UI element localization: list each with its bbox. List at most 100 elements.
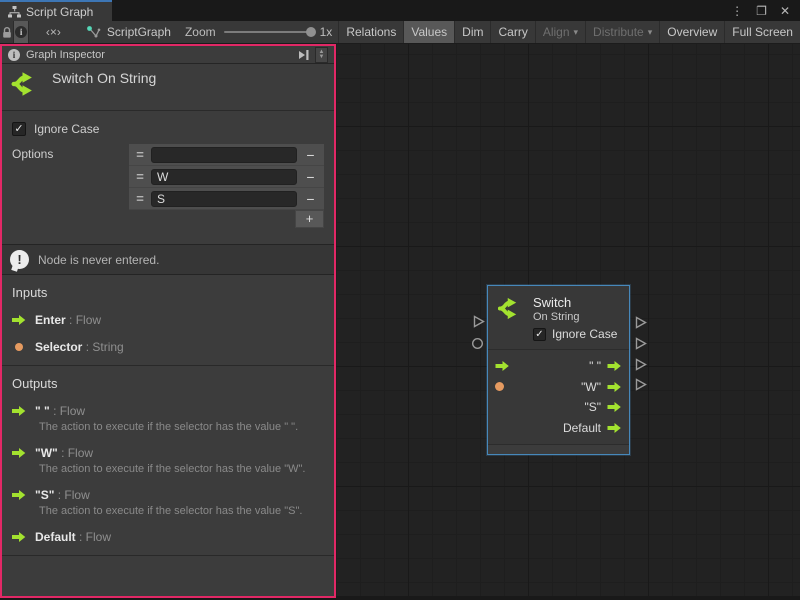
add-option-button[interactable]: + bbox=[295, 210, 324, 228]
port-description: The action to execute if the selector ha… bbox=[39, 463, 334, 475]
overview-button[interactable]: Overview bbox=[660, 21, 725, 43]
external-output-port[interactable] bbox=[635, 358, 647, 371]
zoom-slider[interactable] bbox=[224, 31, 312, 33]
checkbox-checked[interactable]: ✓ bbox=[533, 328, 546, 341]
relations-button[interactable]: Relations bbox=[338, 21, 404, 43]
port-description: The action to execute if the selector ha… bbox=[39, 421, 334, 433]
output-port-row: Default : Flow bbox=[12, 530, 334, 544]
inputs-section-header: Inputs bbox=[12, 285, 334, 300]
port-name: Default bbox=[35, 530, 76, 544]
values-button[interactable]: Values bbox=[404, 21, 455, 43]
zoom-slider-handle[interactable] bbox=[306, 27, 316, 37]
switch-icon bbox=[10, 69, 40, 99]
info-icon: i bbox=[15, 26, 27, 38]
node-ignore-case[interactable]: ✓ Ignore Case bbox=[533, 327, 617, 341]
chevron-down-icon: ▾ bbox=[574, 27, 579, 38]
node-header: Switch On String ✓ Ignore Case bbox=[488, 286, 629, 341]
lock-button[interactable] bbox=[0, 21, 14, 43]
flow-arrow-icon[interactable] bbox=[607, 422, 622, 434]
port-label: Default bbox=[563, 421, 601, 435]
info-icon: i bbox=[8, 49, 20, 61]
port-name: Enter bbox=[35, 313, 66, 327]
zoom-value: 1x bbox=[320, 25, 333, 39]
inspector-header-title: Graph Inspector bbox=[26, 49, 105, 61]
flow-arrow-icon[interactable] bbox=[607, 381, 622, 393]
option-input[interactable]: W bbox=[151, 169, 297, 185]
distribute-button[interactable]: Distribute ▾ bbox=[586, 21, 660, 43]
align-button[interactable]: Align ▾ bbox=[536, 21, 586, 43]
tab-script-graph[interactable]: Script Graph bbox=[0, 0, 112, 21]
fullscreen-button[interactable]: Full Screen bbox=[725, 21, 800, 43]
graph-toolbar: i ‹×› ScriptGraph Zoom 1x Relations Valu… bbox=[0, 21, 800, 44]
dock-panel-icon[interactable] bbox=[298, 49, 310, 61]
external-output-port[interactable] bbox=[635, 316, 647, 329]
options-list: = − = W − = S − + bbox=[129, 144, 324, 228]
inspector-toggle-button[interactable]: i bbox=[14, 21, 28, 43]
code-view-button[interactable]: ‹×› bbox=[37, 21, 70, 43]
node-port-row: "W" bbox=[488, 377, 629, 398]
port-name: Selector bbox=[35, 340, 82, 354]
section-divider bbox=[2, 365, 334, 366]
ignore-case-field[interactable]: ✓ Ignore Case bbox=[12, 122, 334, 136]
close-icon[interactable]: ✕ bbox=[780, 5, 790, 17]
port-type: : Flow bbox=[53, 404, 85, 418]
options-label: Options bbox=[12, 147, 53, 161]
toolbar-spacer bbox=[29, 21, 37, 43]
port-name: " " bbox=[35, 404, 50, 418]
node-footer bbox=[488, 444, 629, 454]
remove-option-button[interactable]: − bbox=[297, 166, 324, 188]
option-input[interactable] bbox=[151, 147, 297, 163]
external-output-port[interactable] bbox=[635, 378, 647, 391]
drag-handle-icon[interactable]: = bbox=[129, 191, 151, 206]
flow-arrow-icon bbox=[12, 489, 26, 501]
drag-handle-icon[interactable]: = bbox=[129, 147, 151, 162]
port-name: "S" bbox=[35, 488, 54, 502]
port-description: The action to execute if the selector ha… bbox=[39, 505, 334, 517]
external-flow-input-port[interactable] bbox=[473, 315, 485, 328]
enter-flow-port[interactable] bbox=[495, 360, 513, 372]
zoom-control: Zoom 1x bbox=[179, 21, 338, 43]
switch-icon bbox=[496, 295, 524, 322]
input-port-row: Enter : Flow bbox=[12, 313, 334, 327]
drag-handle-icon[interactable]: = bbox=[129, 169, 151, 184]
external-value-input-port[interactable] bbox=[471, 337, 484, 350]
carry-button[interactable]: Carry bbox=[491, 21, 535, 43]
graph-breadcrumb[interactable]: ScriptGraph bbox=[78, 21, 179, 43]
maximize-icon[interactable]: ❐ bbox=[756, 5, 767, 17]
node-port-row: " " bbox=[488, 356, 629, 377]
list-item: = S − bbox=[129, 188, 324, 210]
switch-on-string-node[interactable]: Switch On String ✓ Ignore Case " " bbox=[487, 285, 630, 455]
script-graph-window: Script Graph ⋮ ❐ ✕ i ‹×› ScriptGraph Zoo… bbox=[0, 0, 800, 600]
output-port-row: " " : Flow bbox=[12, 404, 334, 418]
graph-inspector-panel: i Graph Inspector ▲ ▼ Switch On String bbox=[0, 44, 336, 598]
port-name: "W" bbox=[35, 446, 58, 460]
checkbox-checked[interactable]: ✓ bbox=[12, 122, 26, 136]
selector-value-port[interactable] bbox=[495, 382, 513, 391]
ignore-case-label: Ignore Case bbox=[552, 327, 617, 341]
options-field: Options = − = W − = S − bbox=[12, 144, 334, 230]
remove-option-button[interactable]: − bbox=[297, 144, 324, 166]
remove-option-button[interactable]: − bbox=[297, 188, 324, 210]
dim-button[interactable]: Dim bbox=[455, 21, 491, 43]
zoom-label: Zoom bbox=[185, 25, 216, 39]
flow-arrow-icon[interactable] bbox=[607, 401, 622, 413]
flow-arrow-icon bbox=[12, 531, 26, 543]
toolbar-spacer bbox=[70, 21, 78, 43]
warning-icon: ! bbox=[10, 250, 29, 269]
window-controls: ⋮ ❐ ✕ bbox=[721, 0, 800, 21]
window-menu-icon[interactable]: ⋮ bbox=[731, 5, 743, 17]
option-input[interactable]: S bbox=[151, 191, 297, 207]
distribute-label: Distribute bbox=[593, 25, 644, 39]
flow-arrow-icon[interactable] bbox=[607, 360, 622, 372]
align-label: Align bbox=[543, 25, 570, 39]
port-type: : Flow bbox=[61, 446, 93, 460]
ignore-case-label: Ignore Case bbox=[34, 122, 99, 136]
resize-scrubber[interactable]: ▲ ▼ bbox=[315, 47, 328, 63]
external-output-port[interactable] bbox=[635, 337, 647, 350]
inspector-title-block: Switch On String bbox=[2, 64, 334, 111]
value-dot-icon bbox=[495, 382, 504, 391]
section-divider bbox=[2, 555, 334, 556]
port-type: : Flow bbox=[79, 530, 111, 544]
warning-text: Node is never entered. bbox=[38, 253, 159, 267]
chevron-down-icon: ▾ bbox=[648, 27, 653, 38]
